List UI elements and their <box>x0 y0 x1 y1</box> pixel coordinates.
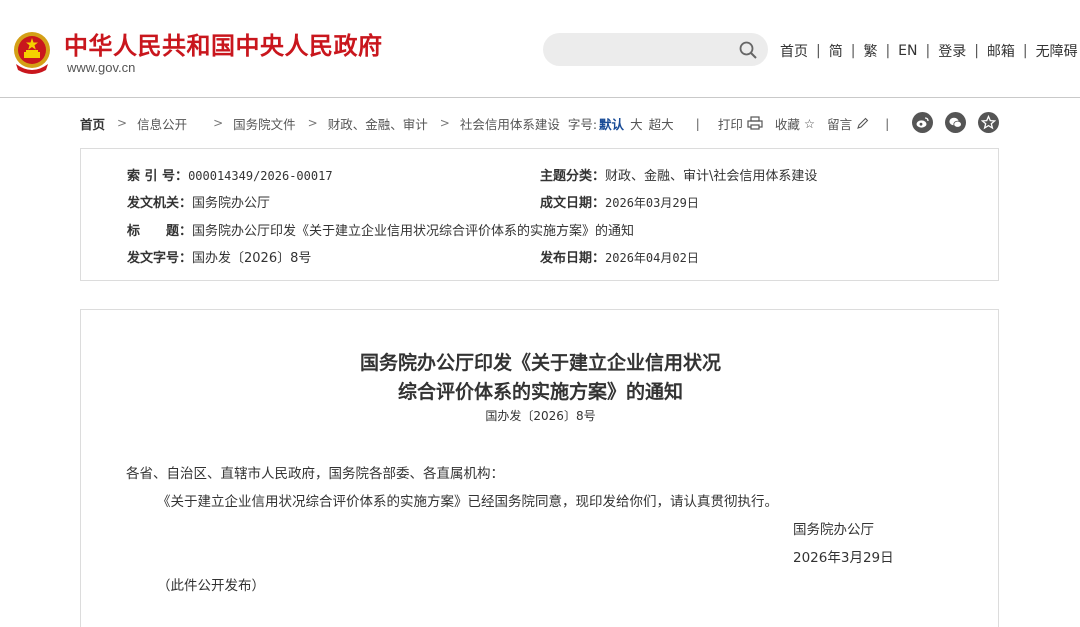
article-publish-note: （此件公开发布） <box>157 578 265 594</box>
font-size-default-button[interactable]: 默认 <box>599 114 624 133</box>
article-title-line-2: 综合评价体系的实施方案》的通知 <box>397 381 683 403</box>
toolbar-divider: | <box>695 115 700 131</box>
breadcrumb: 首页 > 信息公开 > 国务院文件 > 财政、金融、审计 > 社会信用体系建设 … <box>80 114 889 132</box>
meta-doc-no-value: 国办发〔2026〕8号 <box>192 251 312 266</box>
favorite-button[interactable]: 收藏 ☆ <box>775 114 815 133</box>
meta-index-no-value: 000014349/2026-00017 <box>188 169 333 183</box>
comment-button[interactable]: 留言 <box>827 114 869 133</box>
chevron-right-icon: > <box>213 116 224 130</box>
search-box[interactable] <box>543 33 768 66</box>
print-button[interactable]: 打印 <box>718 114 763 133</box>
nav-accessibility-link[interactable]: 无障碍 <box>1036 41 1078 61</box>
font-size-label: 字号: <box>567 116 598 132</box>
search-icon[interactable] <box>738 40 758 60</box>
nav-separator: | <box>850 43 856 59</box>
article-signature: 国务院办公厅 <box>793 522 874 538</box>
nav-simplified-link[interactable]: 简 <box>829 41 843 61</box>
font-size-xlarge-button[interactable]: 超大 <box>649 114 674 133</box>
print-label: 打印 <box>717 116 743 132</box>
nav-separator: | <box>1022 43 1028 59</box>
meta-publish-date-value: 2026年04月02日 <box>605 251 699 265</box>
meta-doc-no-label: 发文字号： <box>127 251 193 266</box>
chevron-right-icon: > <box>117 116 128 130</box>
comment-label: 留言 <box>827 116 853 132</box>
nav-login-link[interactable]: 登录 <box>938 41 966 61</box>
article-doc-no: 国办发〔2026〕8号 <box>485 409 596 423</box>
meta-written-date-value: 2026年03月29日 <box>605 196 699 210</box>
meta-category-label: 主题分类： <box>540 169 606 184</box>
meta-issuer: 发文机关：国务院办公厅 <box>127 192 270 211</box>
meta-written-date-label: 成文日期： <box>540 196 606 211</box>
top-nav: 首页 | 简 | 繁 | EN | 登录 | 邮箱 | 无障碍 <box>780 41 1078 61</box>
breadcrumb-info-link[interactable]: 信息公开 <box>137 114 187 133</box>
nav-separator: | <box>925 43 931 59</box>
printer-icon <box>747 116 763 130</box>
article-body: 国务院办公厅印发《关于建立企业信用状况 综合评价体系的实施方案》的通知 国办发〔… <box>80 309 999 627</box>
nav-separator: | <box>816 43 821 59</box>
meta-category: 主题分类：财政、金融、审计\社会信用体系建设 <box>540 165 817 184</box>
document-metadata: 索 引 号：000014349/2026-00017 主题分类：财政、金融、审计… <box>80 148 999 281</box>
breadcrumb-credit-system-link[interactable]: 社会信用体系建设 <box>460 114 560 133</box>
meta-index-no: 索 引 号：000014349/2026-00017 <box>127 165 333 184</box>
nav-separator: | <box>974 43 979 59</box>
meta-publish-date: 发布日期：2026年04月02日 <box>540 247 699 266</box>
nav-mail-link[interactable]: 邮箱 <box>987 41 1015 61</box>
meta-title: 标 题：国务院办公厅印发《关于建立企业信用状况综合评价体系的实施方案》的通知 <box>127 220 634 239</box>
pencil-icon <box>857 117 869 129</box>
meta-publish-date-label: 发布日期： <box>540 251 606 266</box>
favorite-star-icon[interactable] <box>978 112 999 133</box>
national-emblem-icon[interactable] <box>12 30 52 76</box>
meta-index-no-label: 索 引 号： <box>127 169 189 184</box>
nav-english-link[interactable]: EN <box>898 43 917 59</box>
nav-home-link[interactable]: 首页 <box>780 41 808 61</box>
meta-category-value: 财政、金融、审计\社会信用体系建设 <box>605 169 818 184</box>
breadcrumb-state-council-docs-link[interactable]: 国务院文件 <box>233 114 296 133</box>
wechat-icon[interactable] <box>945 112 966 133</box>
social-share <box>912 112 1011 133</box>
favorite-label: 收藏 <box>774 116 800 132</box>
meta-title-value: 国务院办公厅印发《关于建立企业信用状况综合评价体系的实施方案》的通知 <box>192 224 635 239</box>
article-salutation: 各省、自治区、直辖市人民政府，国务院各部委、各直属机构： <box>126 466 504 482</box>
nav-traditional-link[interactable]: 繁 <box>863 41 877 61</box>
site-url[interactable]: www.gov.cn <box>67 60 135 75</box>
site-header: 中华人民共和国中央人民政府 www.gov.cn 首页 | 简 | 繁 | EN… <box>0 0 1080 98</box>
meta-issuer-value: 国务院办公厅 <box>192 196 271 211</box>
breadcrumb-home-link[interactable]: 首页 <box>80 114 105 133</box>
article-date: 2026年3月29日 <box>793 550 894 566</box>
font-size-large-button[interactable]: 大 <box>630 114 643 133</box>
toolbar-divider: | <box>885 115 890 131</box>
meta-written-date: 成文日期：2026年03月29日 <box>540 192 699 211</box>
weibo-icon[interactable] <box>912 112 933 133</box>
meta-doc-no: 发文字号：国办发〔2026〕8号 <box>127 247 311 266</box>
star-outline-icon: ☆ <box>803 115 816 131</box>
breadcrumb-finance-link[interactable]: 财政、金融、审计 <box>328 114 428 133</box>
meta-title-label: 标 题： <box>127 224 193 239</box>
article-title-line-1: 国务院办公厅印发《关于建立企业信用状况 <box>359 352 721 374</box>
site-name[interactable]: 中华人民共和国中央人民政府 <box>64 26 383 61</box>
chevron-right-icon: > <box>439 116 450 130</box>
nav-separator: | <box>885 43 891 59</box>
meta-issuer-label: 发文机关： <box>127 196 193 211</box>
chevron-right-icon: > <box>307 116 318 130</box>
article-body-paragraph: 《关于建立企业信用状况综合评价体系的实施方案》已经国务院同意，现印发给你们，请认… <box>157 494 778 510</box>
